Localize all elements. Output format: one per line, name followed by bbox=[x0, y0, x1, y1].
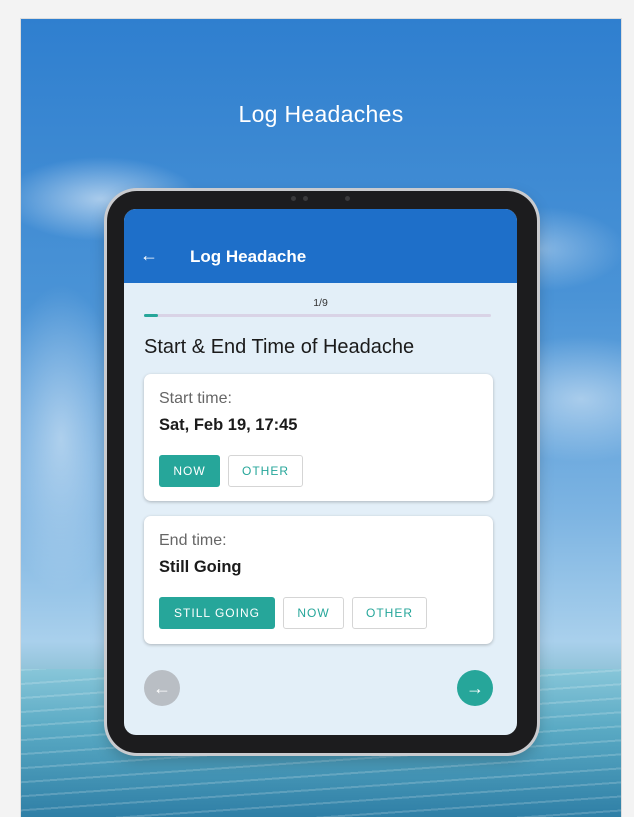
start-time-card: Start time: Sat, Feb 19, 17:45 NOW OTHER bbox=[144, 374, 493, 501]
end-time-value: Still Going bbox=[159, 558, 242, 576]
app-screen: ← Log Headache 1/9 Start & End Time of H… bbox=[124, 209, 517, 735]
tablet-sensor bbox=[303, 196, 308, 201]
end-time-card: End time: Still Going STILL GOING NOW OT… bbox=[144, 516, 493, 644]
progress-fill bbox=[144, 314, 158, 317]
arrow-left-icon: ← bbox=[153, 678, 171, 698]
back-arrow-icon[interactable]: ← bbox=[140, 246, 158, 264]
section-title: Start & End Time of Headache bbox=[144, 336, 415, 358]
start-now-button[interactable]: NOW bbox=[159, 455, 220, 487]
start-time-label: Start time: bbox=[159, 390, 232, 407]
tablet-camera bbox=[345, 196, 350, 201]
start-time-value: Sat, Feb 19, 17:45 bbox=[159, 416, 298, 434]
app-bar-title: Log Headache bbox=[190, 247, 307, 266]
progress-label: 1/9 bbox=[313, 297, 328, 309]
end-time-label: End time: bbox=[159, 532, 227, 549]
app-bar: ← Log Headache bbox=[124, 209, 517, 283]
progress-bar bbox=[144, 314, 491, 317]
previous-step-button[interactable]: ← bbox=[144, 670, 180, 706]
next-step-button[interactable]: → bbox=[457, 670, 493, 706]
arrow-right-icon: → bbox=[466, 678, 484, 698]
start-other-button[interactable]: OTHER bbox=[228, 455, 303, 487]
end-other-button[interactable]: OTHER bbox=[352, 597, 427, 629]
hero-title: Log Headaches bbox=[238, 101, 404, 127]
still-going-button[interactable]: STILL GOING bbox=[159, 597, 275, 629]
tablet-device: ← Log Headache 1/9 Start & End Time of H… bbox=[107, 191, 537, 753]
background-frame: Log Headaches ← Log Headache 1/9 Start &… bbox=[20, 18, 622, 817]
tablet-sensor bbox=[291, 196, 296, 201]
end-now-button[interactable]: NOW bbox=[283, 597, 344, 629]
